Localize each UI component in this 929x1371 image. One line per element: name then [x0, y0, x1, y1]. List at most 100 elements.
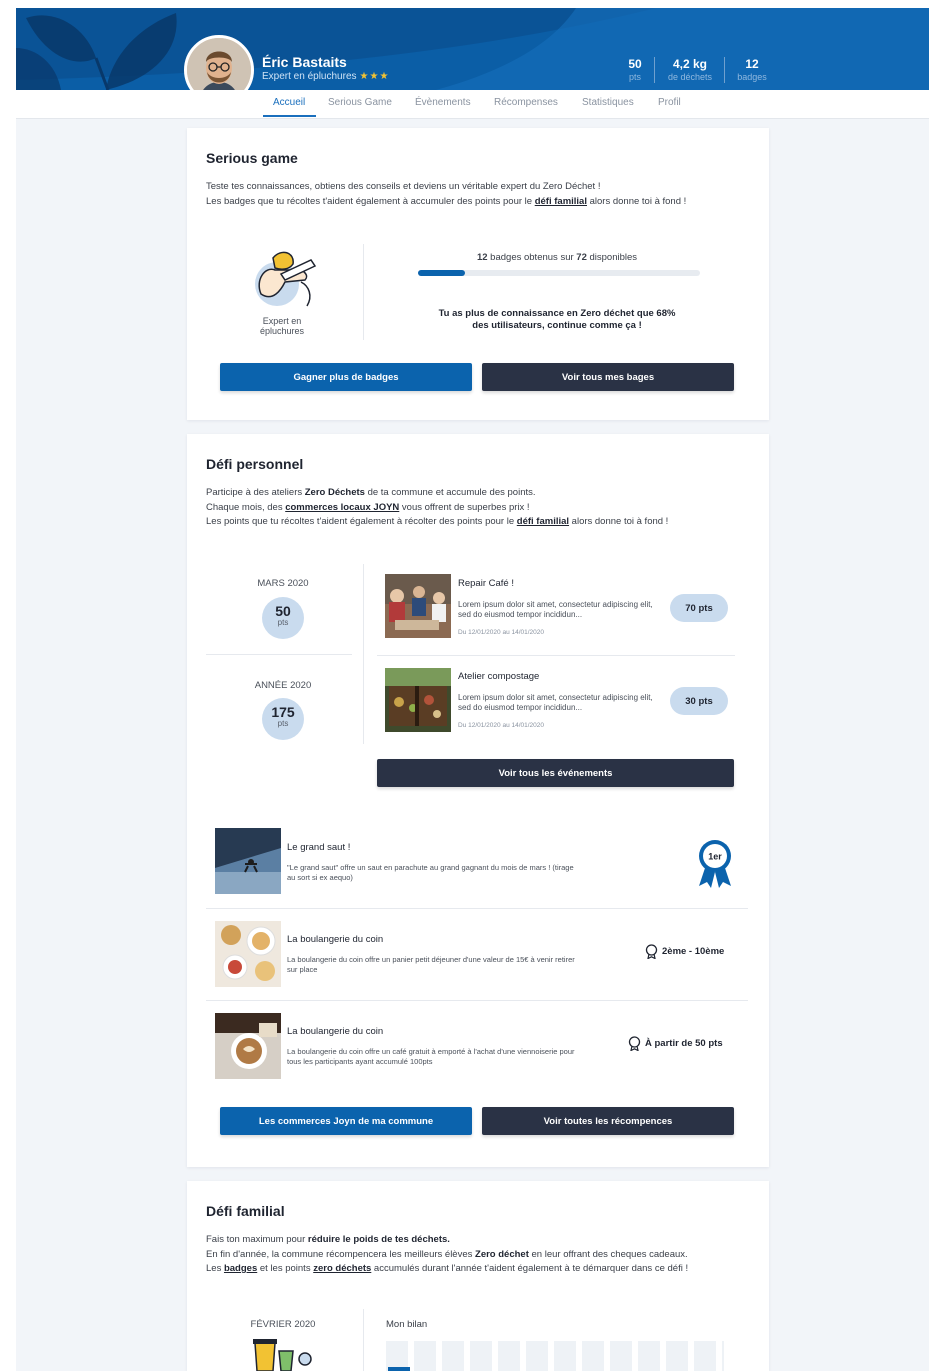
badges-progress-text: 12 badges obtenus sur 72 disponibles	[417, 252, 697, 263]
badges-link[interactable]: badges	[224, 1263, 257, 1274]
event-description: Lorem ipsum dolor sit amet, consectetur …	[458, 693, 653, 712]
defi-familial-intro: Fais ton maximum pour réduire le poids d…	[206, 1233, 746, 1277]
repair-cafe-photo-icon	[385, 574, 451, 638]
active-tab-indicator	[263, 115, 316, 117]
event-description: Lorem ipsum dolor sit amet, consectetur …	[458, 600, 653, 619]
waste-bins-icon	[253, 1339, 312, 1371]
intro-text: Les points que tu récoltes t'aident égal…	[206, 516, 517, 527]
intro-text: Les	[206, 1263, 224, 1274]
period-year-points: 175 pts	[262, 698, 304, 740]
defi-familial-title: Défi familial	[206, 1203, 285, 1219]
period-month-points-unit: pts	[277, 618, 289, 627]
medal-icon	[628, 1036, 641, 1051]
intro-bold: Zero déchet	[475, 1248, 529, 1260]
stat-waste-label: de déchets	[667, 72, 713, 82]
event-divider	[377, 655, 735, 656]
badges-progress-end: disponibles	[586, 252, 638, 263]
profile-header	[16, 8, 929, 90]
bilan-chart	[386, 1341, 724, 1371]
badge-label: Expert en épluchures	[259, 316, 305, 336]
serious-game-title: Serious game	[206, 150, 298, 166]
coffee-photo-icon	[215, 1013, 281, 1079]
reward-rank-text: 2ème - 10ème	[662, 946, 725, 957]
main-nav: Accueil Serious Game Évènements Récompen…	[16, 90, 929, 119]
intro-text: En fin d'année, la commune récompencera …	[206, 1248, 476, 1260]
ribbon-rank-text: 1er	[708, 852, 722, 862]
reward-rank: À partir de 50 pts	[628, 1036, 723, 1051]
reward-description: La boulangerie du coin offre un café gra…	[287, 1047, 575, 1066]
reward-divider	[206, 908, 748, 909]
earn-badges-button[interactable]: Gagner plus de badges	[220, 363, 472, 391]
view-rewards-button[interactable]: Voir toutes les récompences	[482, 1107, 734, 1135]
stat-badges: 12 badges	[730, 57, 774, 82]
intro-line-2-end: alors donne toi à fond !	[586, 195, 687, 207]
stat-badges-label: badges	[737, 72, 767, 82]
defi-personnel-card: Défi personnel Participe à des ateliers …	[187, 434, 769, 1167]
reward-title: Le grand saut !	[287, 842, 351, 853]
skydiving-photo-icon	[215, 828, 281, 894]
event-points-badge: 70 pts	[670, 594, 728, 622]
event-points-badge: 30 pts	[670, 687, 728, 715]
view-badges-button[interactable]: Voir tous mes bages	[482, 363, 734, 391]
peeler-badge-icon	[255, 251, 317, 307]
tab-recompenses[interactable]: Récompenses	[494, 97, 558, 108]
defi-familial-link[interactable]: défi familial	[535, 196, 587, 207]
comparison-line-2: des utilisateurs, continue comme ça !	[472, 320, 642, 331]
period-month-points: 50 pts	[262, 597, 304, 639]
intro-text: vous offrent de superbes prix !	[399, 501, 530, 513]
period-label: FÉVRIER 2020	[250, 1319, 316, 1330]
intro-line-1: Teste tes connaissances, obtiens des con…	[206, 181, 601, 192]
period-year-label: ANNÉE 2020	[254, 680, 312, 691]
tab-profil[interactable]: Profil	[658, 97, 681, 108]
event-thumbnail	[385, 574, 451, 638]
serious-game-card: Serious game Teste tes connaissances, ob…	[187, 128, 769, 420]
stat-points-label: pts	[628, 72, 641, 82]
intro-text: alors donne toi à fond !	[569, 516, 669, 527]
first-place-ribbon-icon: 1er	[695, 838, 735, 888]
bilan-chart-grid	[386, 1341, 724, 1371]
leaf-decoration-icon	[16, 13, 177, 90]
tab-evenements[interactable]: Évènements	[415, 97, 471, 108]
intro-text: de ta commune et accumule des points.	[364, 487, 536, 498]
reward-rank: 2ème - 10ème	[645, 944, 724, 959]
rank-stars-icon: ★★★	[359, 71, 390, 82]
reward-description: "Le grand saut" offre un saut en parachu…	[287, 863, 574, 882]
intro-text: accumulés durant l'année t'aident égalem…	[371, 1263, 689, 1274]
reward-divider	[206, 1000, 748, 1001]
period-month-label: MARS 2020	[257, 578, 309, 589]
stat-waste: 4,2 kg de déchets	[660, 57, 720, 82]
joyn-shops-button[interactable]: Les commerces Joyn de ma commune	[220, 1107, 472, 1135]
badges-progress-track	[418, 270, 700, 276]
period-month-points-value: 50	[275, 603, 291, 619]
comparison-text: Tu as plus de connaissance en Zero déche…	[407, 308, 707, 332]
badges-obtained: 12	[476, 252, 488, 263]
defi-personnel-title: Défi personnel	[206, 456, 304, 472]
period-year-points-value: 175	[271, 704, 295, 720]
stat-divider	[654, 57, 655, 83]
joyn-shops-link[interactable]: commerces locaux JOYN	[285, 502, 399, 513]
event-date: Du 12/01/2020 au 14/01/2020	[458, 722, 545, 729]
tab-accueil[interactable]: Accueil	[273, 97, 305, 108]
reward-thumbnail	[215, 1013, 281, 1079]
intro-text: Chaque mois, des	[206, 501, 286, 513]
event-thumbnail	[385, 668, 451, 732]
ribbon-icon: 1er	[699, 840, 731, 888]
user-rank-label: Expert en épluchures	[262, 71, 357, 82]
bilan-label: Mon bilan	[386, 1319, 428, 1330]
section-divider	[363, 564, 364, 744]
defi-familial-link[interactable]: défi familial	[517, 516, 569, 527]
badges-total: 72	[576, 252, 587, 263]
tab-statistiques[interactable]: Statistiques	[582, 97, 634, 108]
zero-dechets-link[interactable]: zero déchets	[313, 1263, 371, 1274]
defi-personnel-intro: Participe à des ateliers Zero Déchets de…	[206, 486, 746, 530]
event-title: Atelier compostage	[458, 671, 540, 682]
stat-divider	[724, 57, 725, 83]
breakfast-photo-icon	[215, 921, 281, 987]
stat-points: 50 pts	[620, 57, 650, 82]
intro-text: en leur offrant des cheques cadeaux.	[528, 1248, 688, 1260]
reward-thumbnail	[215, 828, 281, 894]
user-rank: Expert en épluchures ★★★	[262, 71, 389, 82]
intro-text: Fais ton maximum pour	[206, 1234, 308, 1245]
tab-serious-game[interactable]: Serious Game	[328, 97, 392, 108]
view-events-button[interactable]: Voir tous les événements	[377, 759, 734, 787]
